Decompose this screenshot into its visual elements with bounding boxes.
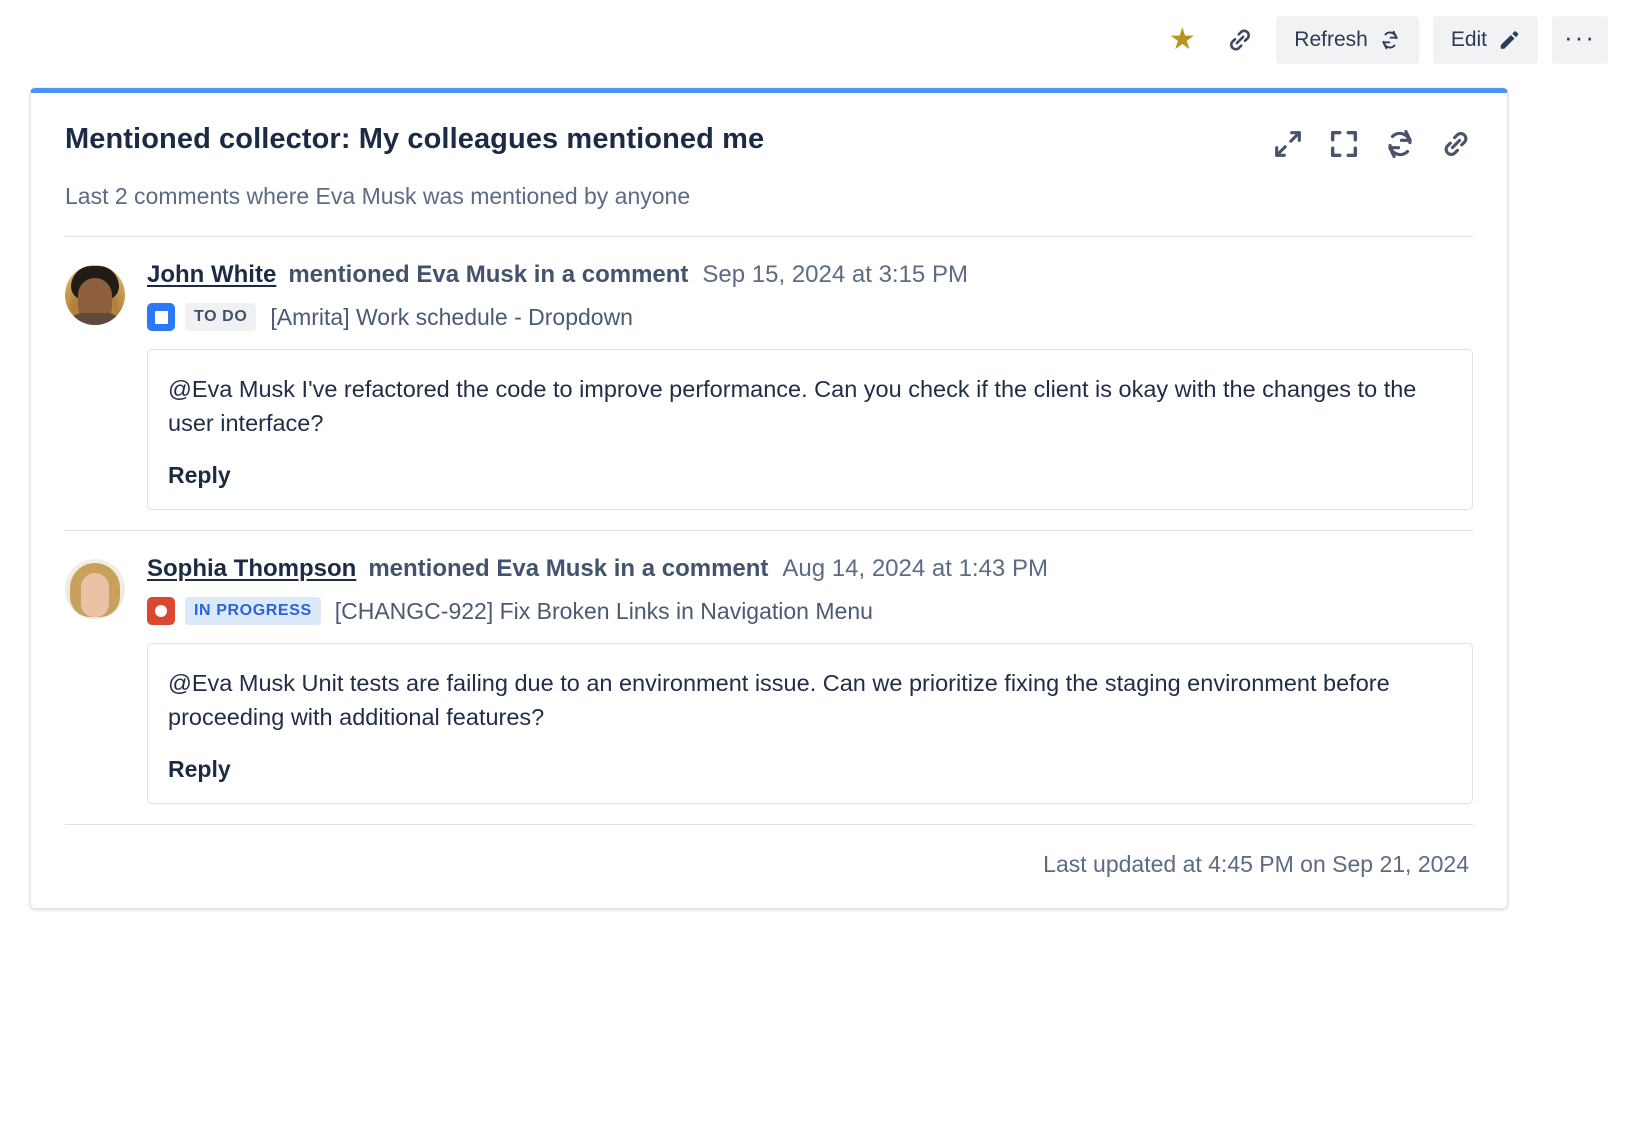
status-badge: TO DO [185,303,256,331]
more-options-button[interactable]: ··· [1552,16,1608,64]
refresh-icon [1379,29,1401,51]
link-icon [1225,25,1255,55]
refresh-button[interactable]: Refresh [1276,16,1419,64]
issue-row: TO DO [Amrita] Work schedule - Dropdown [147,303,1473,331]
task-icon [147,303,175,331]
pencil-icon [1498,29,1520,51]
comment-text: @Eva Musk Unit tests are failing due to … [168,666,1452,734]
list-item: Sophia Thompson mentioned Eva Musk in a … [65,531,1473,824]
comment-box: @Eva Musk Unit tests are failing due to … [147,643,1473,804]
mentioned-collector-card: Mentioned collector: My colleagues menti… [30,88,1508,909]
card-header: Mentioned collector: My colleagues menti… [65,93,1473,161]
comment-action-text: mentioned Eva Musk in a comment [288,261,688,289]
last-updated-text: Last updated at 4:45 PM on Sep 21, 2024 [65,825,1473,908]
comment-body: Sophia Thompson mentioned Eva Musk in a … [147,555,1473,804]
avatar-sophia-thompson[interactable] [65,559,125,619]
edit-button[interactable]: Edit [1433,16,1538,64]
comment-header: Sophia Thompson mentioned Eva Musk in a … [147,555,1473,583]
copy-link-button[interactable] [1218,18,1262,62]
comment-body: John White mentioned Eva Musk in a comme… [147,261,1473,510]
comment-action-text: mentioned Eva Musk in a comment [368,555,768,583]
comment-timestamp: Aug 14, 2024 at 1:43 PM [782,555,1048,583]
bug-icon [147,597,175,625]
avatar-image [65,265,125,325]
issue-row: IN PROGRESS [CHANGC-922] Fix Broken Link… [147,597,1473,625]
fullscreen-icon [1327,127,1361,161]
fullscreen-button[interactable] [1327,127,1361,161]
card-link-button[interactable] [1439,127,1473,161]
avatar-john-white[interactable] [65,265,125,325]
comment-header: John White mentioned Eva Musk in a comme… [147,261,1473,289]
star-icon: ★ [1169,25,1196,55]
refresh-label: Refresh [1294,28,1368,52]
collapse-button[interactable] [1271,127,1305,161]
card-refresh-button[interactable] [1383,127,1417,161]
link-icon [1439,127,1473,161]
top-toolbar: ★ Refresh Edit ··· [0,0,1636,80]
collapse-icon [1271,127,1305,161]
page-root: ★ Refresh Edit ··· [0,0,1636,1132]
edit-label: Edit [1451,28,1487,52]
comment-timestamp: Sep 15, 2024 at 3:15 PM [702,261,968,289]
more-icon: ··· [1564,22,1596,53]
reply-button[interactable]: Reply [168,462,231,489]
comment-author-link[interactable]: John White [147,261,276,289]
card-title: Mentioned collector: My colleagues menti… [65,123,764,156]
issue-link[interactable]: [CHANGC-922] Fix Broken Links in Navigat… [335,598,873,625]
refresh-icon [1383,127,1417,161]
card-header-actions [1271,123,1473,161]
favorite-button[interactable]: ★ [1160,18,1204,62]
list-item: John White mentioned Eva Musk in a comme… [65,237,1473,530]
comment-box: @Eva Musk I've refactored the code to im… [147,349,1473,510]
issue-link[interactable]: [Amrita] Work schedule - Dropdown [270,304,633,331]
card-subtitle: Last 2 comments where Eva Musk was menti… [65,183,1473,236]
comment-text: @Eva Musk I've refactored the code to im… [168,372,1452,440]
comment-author-link[interactable]: Sophia Thompson [147,555,356,583]
status-badge: IN PROGRESS [185,597,321,625]
reply-button[interactable]: Reply [168,756,231,783]
avatar-image [65,559,125,619]
